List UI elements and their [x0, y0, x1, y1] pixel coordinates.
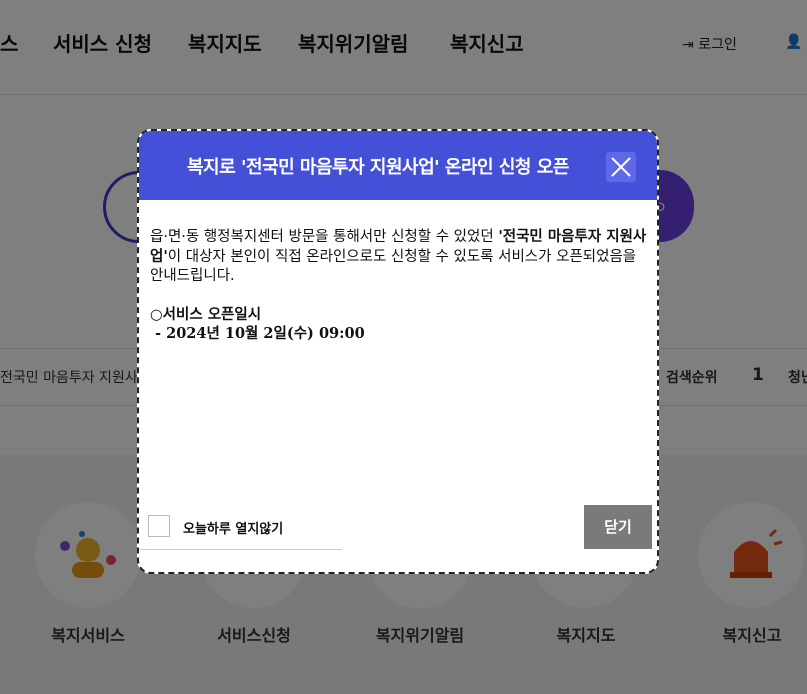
popup-header: 복지로 '전국민 마음투자 지원사업' 온라인 신청 오픈 — [139, 131, 657, 200]
schedule-title: ○서비스 오픈일시 — [150, 306, 262, 323]
popup-close-text-button[interactable]: 닫기 — [584, 505, 652, 549]
message-part-2: 이 대상자 본인이 직접 온라인으로도 신청할 수 있도록 서비스가 오픈되었음… — [150, 249, 637, 284]
notice-popup: 복지로 '전국민 마음투자 지원사업' 온라인 신청 오픈 읍·면·동 행정복지… — [137, 129, 659, 574]
message-part-1: 읍·면·동 행정복지센터 방문을 통해서만 신청할 수 있었던 — [150, 229, 499, 245]
page: 스 서비스 신청 복지지도 복지위기알림 복지신고 ⇥ 로그인 👤 ⌕ 전국민 … — [0, 0, 807, 694]
schedule-value: - 2024년 10월 2일(수) 09:00 — [150, 325, 365, 342]
popup-body: 읍·면·동 행정복지센터 방문을 통해서만 신청할 수 있었던 '전국민 마음투… — [150, 227, 650, 343]
no-show-today-label[interactable]: 오늘하루 열지않기 — [183, 518, 283, 537]
no-show-today-checkbox[interactable] — [148, 515, 170, 537]
popup-close-button[interactable] — [606, 152, 636, 182]
close-icon — [611, 157, 631, 177]
popup-message: 읍·면·동 행정복지센터 방문을 통해서만 신청할 수 있었던 '전국민 마음투… — [150, 227, 650, 286]
popup-title: 복지로 '전국민 마음투자 지원사업' 온라인 신청 오픈 — [187, 157, 569, 178]
footer-divider — [139, 549, 342, 550]
